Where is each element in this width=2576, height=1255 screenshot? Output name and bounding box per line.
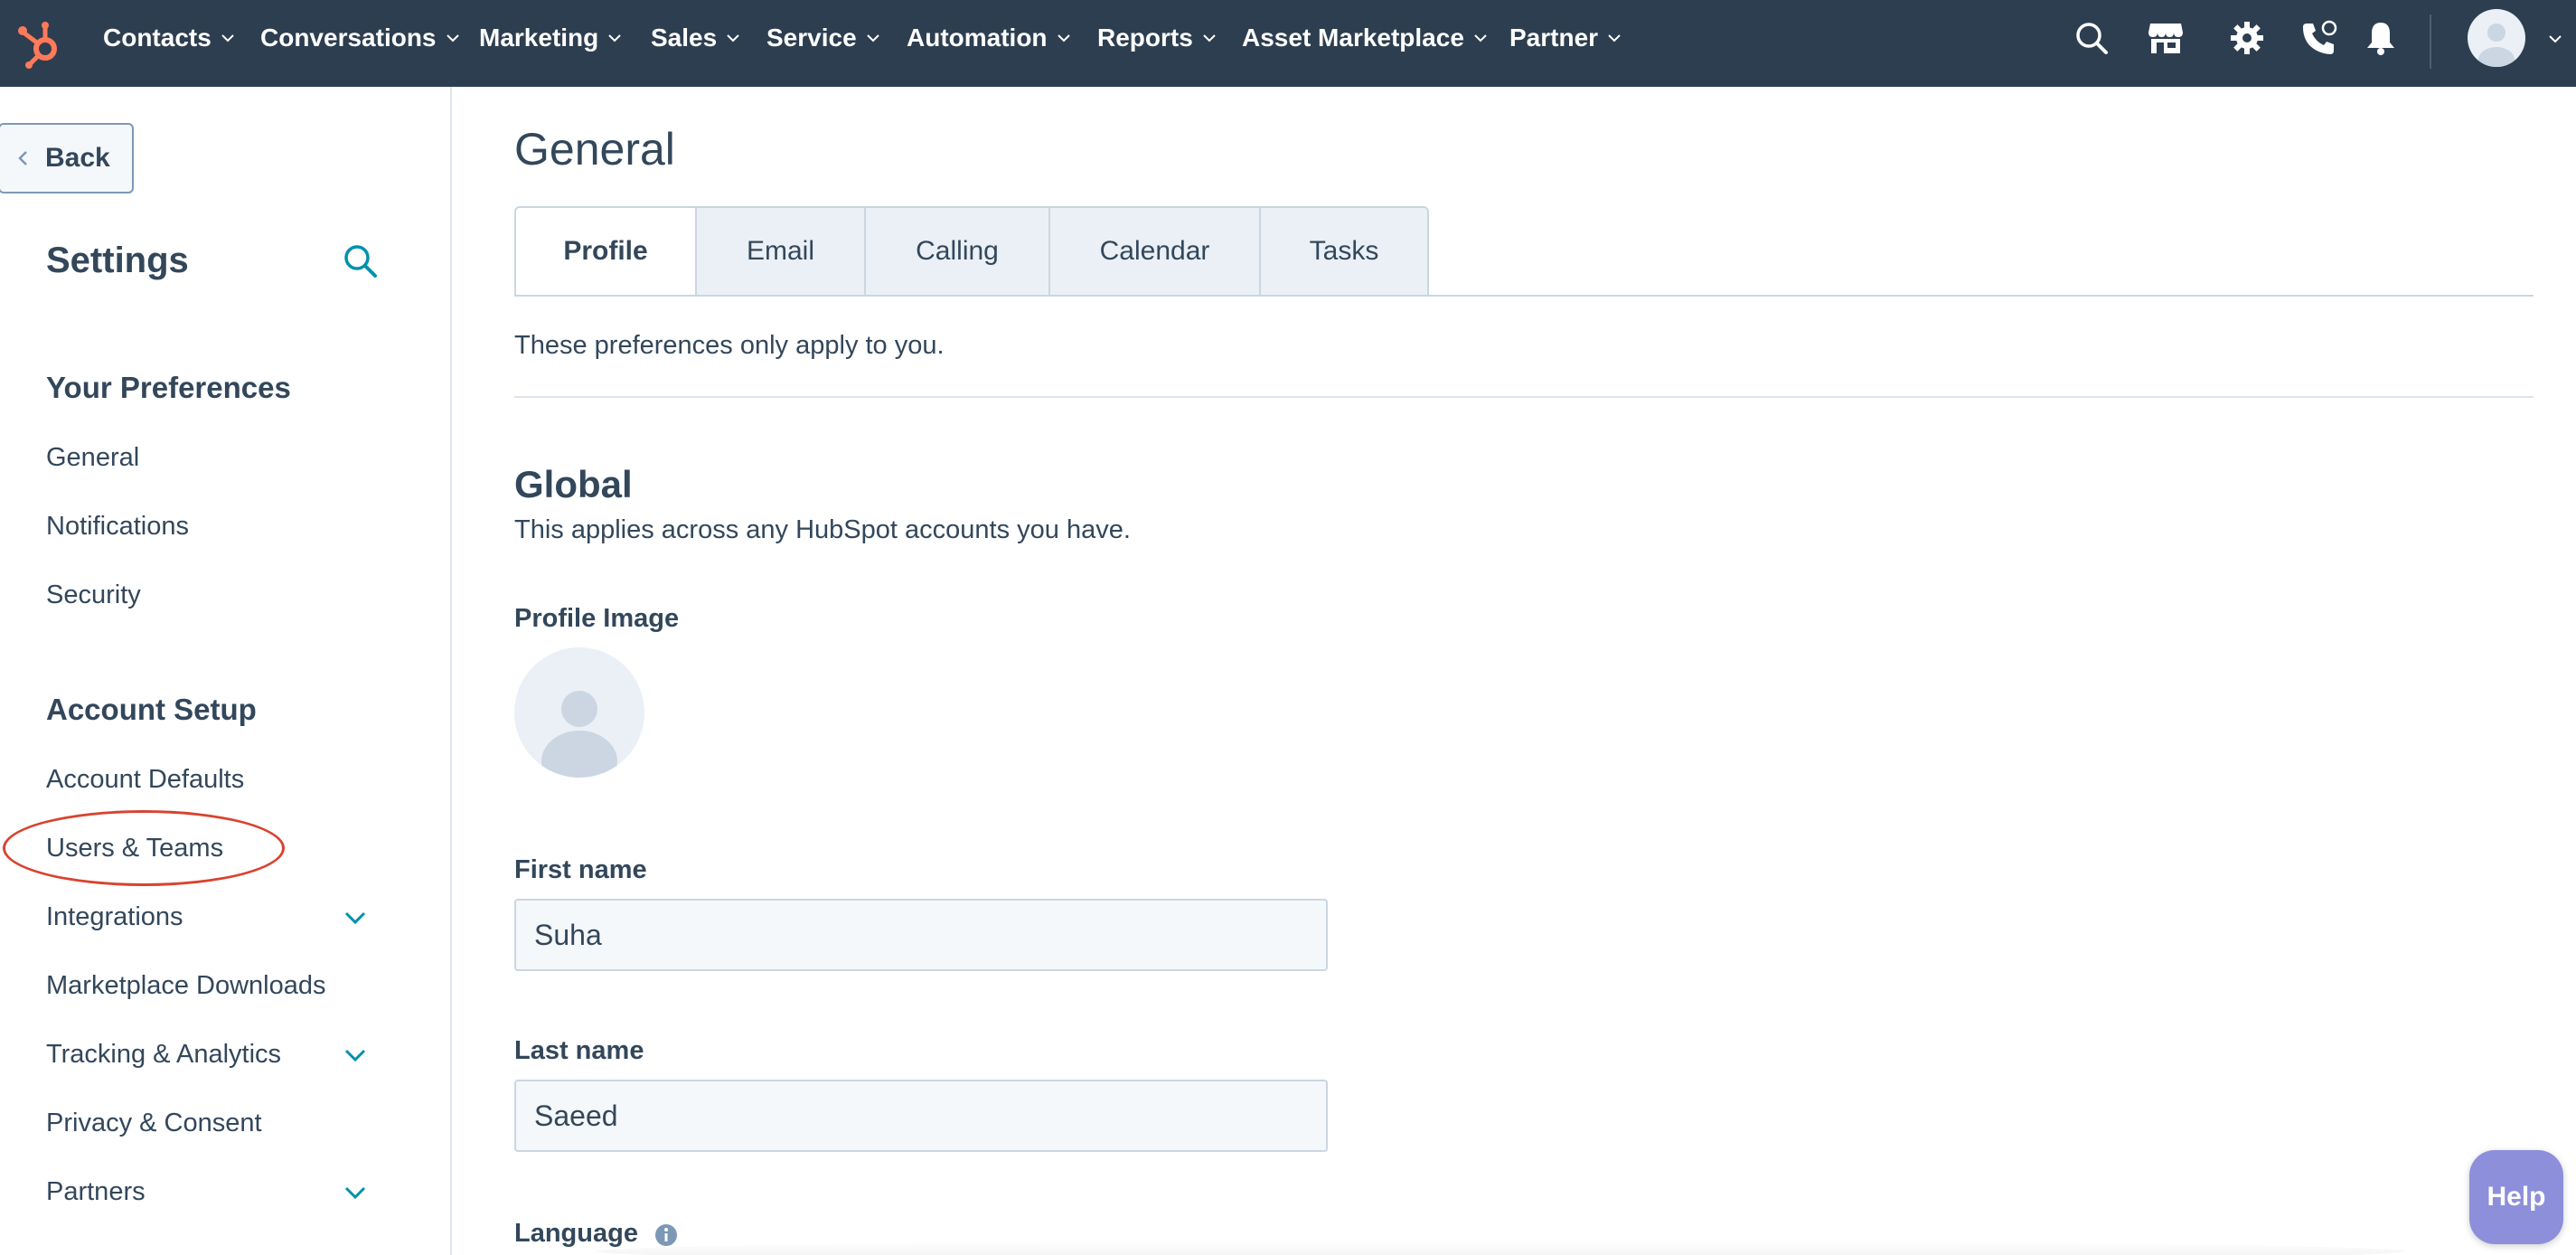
profile-image-label: Profile Image (514, 604, 680, 633)
last-name-label: Last name (514, 1036, 644, 1065)
last-name-input[interactable] (514, 1080, 1328, 1152)
nav-marketing[interactable]: Marketing (479, 0, 623, 76)
search-icon[interactable] (342, 242, 380, 280)
tab-calling[interactable]: Calling (866, 206, 1050, 297)
tab-bar: Profile Email Calling Calendar Tasks (514, 206, 1429, 297)
search-icon[interactable] (2072, 18, 2111, 58)
section-heading-account-setup: Account Setup (46, 693, 257, 726)
sidebar-item-security[interactable]: Security (46, 580, 141, 610)
sidebar-item-general[interactable]: General (46, 443, 139, 473)
avatar[interactable] (2468, 9, 2525, 67)
preferences-note: These preferences only apply to you. (514, 331, 945, 360)
back-button[interactable]: Back (0, 123, 134, 193)
sidebar-item-marketplace-downloads[interactable]: Marketplace Downloads (46, 971, 325, 1001)
nav-conversations[interactable]: Conversations (260, 0, 461, 76)
gear-icon[interactable] (2227, 18, 2267, 58)
tab-tasks[interactable]: Tasks (1261, 206, 1429, 297)
first-name-input[interactable] (514, 899, 1328, 971)
sidebar-item-account-defaults[interactable]: Account Defaults (46, 765, 244, 795)
sidebar-item-tracking-analytics[interactable]: Tracking & Analytics (46, 1040, 281, 1070)
chevron-down-icon[interactable] (2547, 31, 2563, 47)
nav-service[interactable]: Service (766, 0, 881, 76)
chevron-down-icon (866, 34, 879, 42)
nav-partner[interactable]: Partner (1509, 0, 1622, 76)
language-label: Language (514, 1219, 638, 1248)
chevron-down-icon (446, 34, 459, 42)
profile-image[interactable] (514, 647, 644, 778)
nav-sales-label: Sales (651, 24, 718, 52)
nav-marketing-label: Marketing (479, 24, 599, 52)
nav-divider (2430, 14, 2431, 69)
global-heading: Global (514, 463, 633, 505)
highlight-annotation-ring (3, 810, 285, 886)
page-title: General (514, 124, 675, 175)
default-avatar-icon (541, 691, 617, 778)
sidebar-item-notifications[interactable]: Notifications (46, 512, 189, 542)
nav-reports[interactable]: Reports (1097, 0, 1217, 76)
main-content: General Profile Email Calling Calendar T… (452, 87, 2576, 1255)
chevron-down-icon (1203, 34, 1216, 42)
tab-underline (514, 295, 2534, 297)
calling-icon[interactable] (2299, 18, 2339, 58)
marketplace-store-icon[interactable] (2146, 18, 2186, 58)
scroll-shadow (597, 1241, 2404, 1255)
nav-service-label: Service (766, 24, 857, 52)
tab-profile[interactable]: Profile (514, 206, 697, 297)
nav-conversations-label: Conversations (260, 24, 437, 52)
help-button-label: Help (2487, 1182, 2546, 1212)
chevron-down-icon[interactable] (342, 1042, 369, 1069)
sidebar-item-privacy-consent[interactable]: Privacy & Consent (46, 1109, 262, 1138)
nav-reports-label: Reports (1097, 24, 1193, 52)
sidebar-item-partners[interactable]: Partners (46, 1177, 146, 1207)
back-button-label: Back (45, 143, 110, 173)
tab-calendar[interactable]: Calendar (1050, 206, 1261, 297)
chevron-down-icon (727, 34, 739, 42)
nav-asset-marketplace[interactable]: Asset Marketplace (1242, 0, 1489, 76)
tab-email[interactable]: Email (697, 206, 866, 297)
settings-title: Settings (46, 241, 189, 280)
nav-contacts-label: Contacts (103, 24, 212, 52)
chevron-left-icon (18, 151, 27, 165)
top-navigation-bar: Contacts Conversations Marketing Sales S… (0, 0, 2576, 87)
nav-asset-marketplace-label: Asset Marketplace (1242, 24, 1464, 52)
chevron-down-icon (1608, 34, 1621, 42)
chevron-down-icon[interactable] (342, 1179, 369, 1206)
settings-sidebar: Back Settings Your Preferences General N… (0, 87, 452, 1255)
section-heading-your-preferences: Your Preferences (46, 371, 291, 404)
chevron-down-icon (221, 34, 234, 42)
chevron-down-icon[interactable] (342, 904, 369, 931)
nav-partner-label: Partner (1509, 24, 1599, 52)
nav-sales[interactable]: Sales (651, 0, 741, 76)
hubspot-sprocket-icon[interactable] (16, 16, 67, 71)
bell-icon[interactable] (2361, 18, 2401, 58)
sidebar-item-integrations[interactable]: Integrations (46, 902, 183, 932)
nav-automation-label: Automation (907, 24, 1048, 52)
info-icon[interactable] (654, 1223, 678, 1247)
section-divider (514, 396, 2534, 398)
first-name-label: First name (514, 855, 647, 884)
nav-contacts[interactable]: Contacts (103, 0, 236, 76)
chevron-down-icon (1057, 34, 1070, 42)
nav-automation[interactable]: Automation (907, 0, 1072, 76)
global-subtitle: This applies across any HubSpot accounts… (514, 515, 1131, 544)
help-button[interactable]: Help (2469, 1150, 2563, 1244)
default-avatar-icon (2478, 24, 2515, 67)
chevron-down-icon (608, 34, 621, 42)
chevron-down-icon (1474, 34, 1487, 42)
